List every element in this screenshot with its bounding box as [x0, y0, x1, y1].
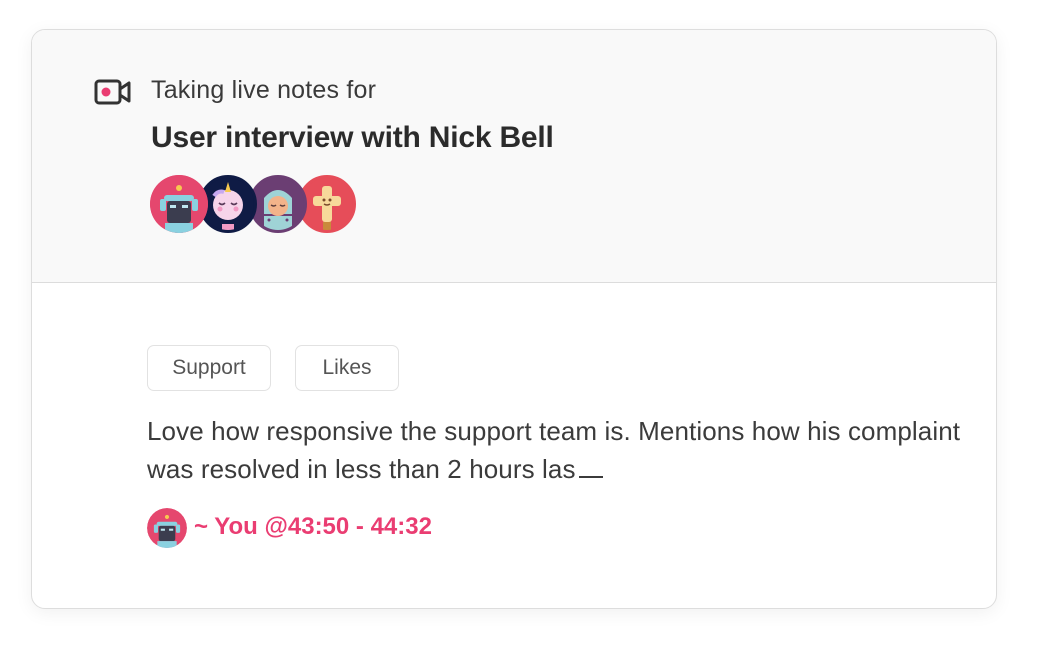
video-camera-record-icon — [94, 79, 131, 105]
text-cursor — [578, 476, 603, 478]
meeting-title: User interview with Nick Bell — [151, 121, 554, 154]
author-timestamp: ~ You @43:50 - 44:32 — [194, 513, 432, 540]
tag-support[interactable]: Support — [147, 345, 271, 391]
author-avatar[interactable] — [147, 508, 187, 548]
live-notes-card: Taking live notes for User interview wit… — [31, 29, 997, 609]
participant-avatar-knight[interactable] — [249, 175, 307, 233]
note-body: Support Likes Love how responsive the su… — [32, 282, 996, 608]
subtitle: Taking live notes for — [151, 76, 377, 104]
card-header: Taking live notes for User interview wit… — [32, 30, 996, 283]
note-text: Love how responsive the support team is.… — [147, 416, 961, 484]
participant-avatar-robot[interactable] — [150, 175, 208, 233]
tag-likes[interactable]: Likes — [295, 345, 399, 391]
note-text-field[interactable]: Love how responsive the support team is.… — [147, 412, 967, 488]
